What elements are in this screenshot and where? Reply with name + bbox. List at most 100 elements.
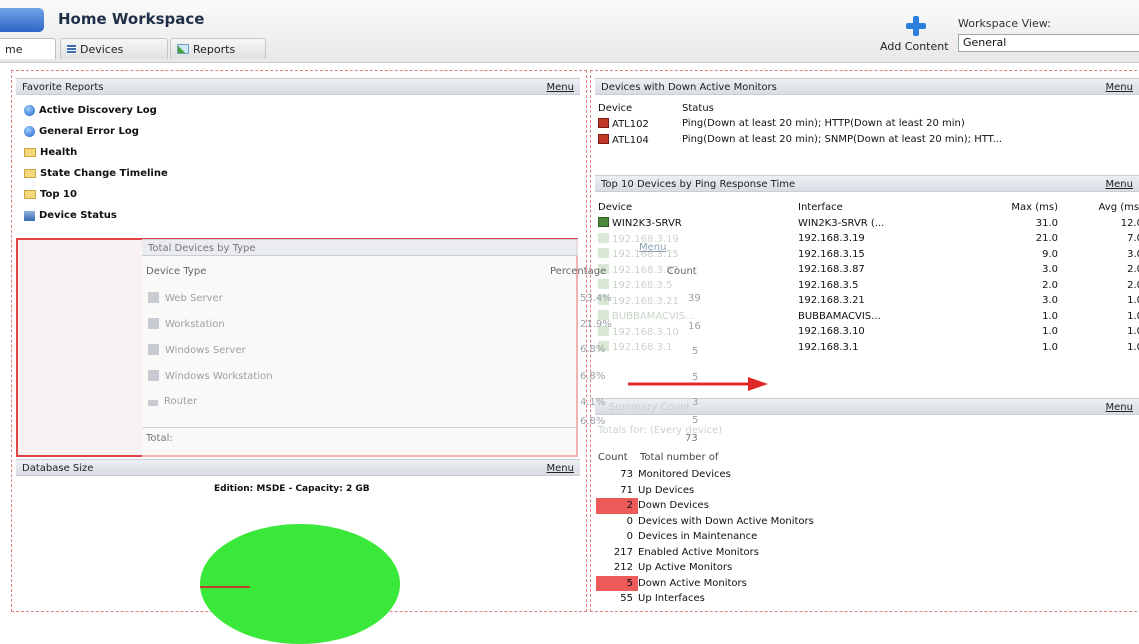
count-cell: 39 bbox=[688, 293, 701, 304]
summary-menu[interactable]: Menu bbox=[1106, 399, 1133, 416]
favorite-report-label: Active Discovery Log bbox=[39, 105, 157, 116]
table-row[interactable]: Router bbox=[148, 396, 197, 407]
count-cell: 5 bbox=[692, 346, 699, 357]
favorite-reports-menu[interactable]: Menu bbox=[547, 79, 574, 96]
tab-home[interactable]: me bbox=[0, 38, 56, 59]
interface-cell: 192.168.3.87 bbox=[798, 264, 865, 276]
list-item[interactable]: Top 10 bbox=[24, 184, 168, 205]
tab-reports[interactable]: Reports bbox=[170, 38, 266, 59]
down-monitors-col-device: Device bbox=[598, 103, 633, 114]
table-row[interactable]: Web Server bbox=[148, 292, 223, 304]
table-row[interactable]: 0 Devices in Maintenance bbox=[596, 529, 814, 545]
table-row[interactable]: Workstation bbox=[148, 318, 225, 330]
table-row[interactable]: Windows Server bbox=[148, 344, 246, 356]
folder-icon bbox=[24, 190, 36, 199]
device-type-label: Windows Workstation bbox=[165, 371, 273, 382]
table-row[interactable]: 217 Enabled Active Monitors bbox=[596, 545, 814, 561]
total-devices-panel[interactable]: Total Devices by Type Menu Device Type P… bbox=[142, 239, 701, 457]
add-content-button[interactable]: Add Content bbox=[880, 40, 949, 53]
list-item[interactable]: Active Discovery Log bbox=[24, 100, 168, 121]
top10-title: Top 10 Devices by Ping Response Time bbox=[601, 179, 796, 190]
table-row[interactable]: Windows Workstation bbox=[148, 370, 273, 382]
tab-devices-label: Devices bbox=[80, 42, 124, 56]
avg-cell: 7.0 bbox=[1127, 233, 1139, 245]
interface-cell: WIN2K3-SRVR (... bbox=[798, 217, 885, 229]
table-row[interactable]: ATL104 bbox=[598, 134, 649, 146]
total-divider bbox=[142, 427, 578, 428]
summary-label: Devices in Maintenance bbox=[638, 531, 758, 543]
table-row[interactable]: 2 Down Devices bbox=[596, 498, 814, 514]
table-row[interactable]: 212 Up Active Monitors bbox=[596, 560, 814, 576]
max-cell: 3.0 bbox=[1042, 295, 1058, 307]
top10-table: Device Interface Max (ms) Avg (ms) WIN2K… bbox=[598, 200, 1139, 355]
table-row[interactable]: 73 Monitored Devices bbox=[596, 467, 814, 483]
summary-count-alert: 5 bbox=[596, 575, 638, 591]
table-row[interactable]: 192.168.3.5 192.168.3.5 2.0 2.0 bbox=[598, 278, 1139, 294]
router-icon bbox=[148, 400, 158, 406]
device-cell: 192.168.3.87 bbox=[598, 262, 798, 278]
summary-table: 73 Monitored Devices 71 Up Devices 2 Down D… bbox=[596, 467, 814, 607]
tab-reports-label: Reports bbox=[193, 42, 236, 56]
table-row[interactable]: 71 Up Devices bbox=[596, 483, 814, 499]
summary-label: Monitored Devices bbox=[638, 469, 731, 481]
down-monitors-menu[interactable]: Menu bbox=[1106, 79, 1133, 96]
favorite-report-label: General Error Log bbox=[39, 126, 139, 137]
favorite-report-label: State Change Timeline bbox=[40, 168, 168, 179]
web-server-icon bbox=[148, 292, 159, 303]
list-item[interactable]: Device Status bbox=[24, 205, 168, 226]
summary-label: Enabled Active Monitors bbox=[638, 546, 759, 558]
favorite-reports-list: Active Discovery Log General Error Log H… bbox=[24, 100, 168, 226]
top10-menu[interactable]: Menu bbox=[1106, 176, 1133, 193]
max-cell: 21.0 bbox=[1035, 233, 1058, 245]
total-devices-title: Total Devices by Type bbox=[148, 243, 256, 254]
database-size-header: Database Size Menu bbox=[16, 459, 580, 476]
ghost-device-name: 192.168.3.1 bbox=[612, 342, 673, 354]
total-devices-header: Total Devices by Type bbox=[142, 239, 578, 256]
summary-totals-for: Totals for: (Every device) bbox=[598, 425, 723, 436]
device-type-label: Router bbox=[164, 396, 198, 407]
avg-cell: 3.0 bbox=[1127, 248, 1139, 260]
favorite-reports-header: Favorite Reports Menu bbox=[16, 78, 580, 95]
summary-title: Summary Count bbox=[609, 402, 691, 413]
list-item[interactable]: Health bbox=[24, 142, 168, 163]
total-devices-menu[interactable]: Menu bbox=[639, 242, 666, 253]
windows-workstation-icon bbox=[148, 370, 159, 381]
device-cell: WIN2K3-SRVR bbox=[598, 216, 798, 232]
summary-count: 212 bbox=[613, 562, 633, 574]
summary-label: Up Devices bbox=[638, 484, 695, 496]
table-row[interactable]: 0 Devices with Down Active Monitors bbox=[596, 514, 814, 530]
add-content-icon[interactable] bbox=[906, 16, 926, 36]
table-row[interactable]: WIN2K3-SRVR WIN2K3-SRVR (... 31.0 12.0 bbox=[598, 216, 1139, 232]
device-status: Ping(Down at least 20 min); HTTP(Down at… bbox=[682, 118, 965, 129]
table-header-row: Device Interface Max (ms) Avg (ms) bbox=[598, 200, 1139, 216]
summary-count-alert: 2 bbox=[596, 498, 638, 514]
interface-cell: 192.168.3.15 bbox=[798, 248, 865, 260]
device-icon bbox=[598, 248, 609, 259]
table-row[interactable]: 192.168.3.21 192.168.3.21 3.0 1.0 bbox=[598, 293, 1139, 309]
device-cell: 192.168.3.19 bbox=[598, 231, 798, 247]
interface-cell: 192.168.3.1 bbox=[798, 341, 859, 353]
table-row[interactable]: 192.168.3.15192.168.3.15 9.0 3.0 bbox=[598, 247, 1139, 263]
summary-count: 0 bbox=[626, 515, 633, 527]
tab-devices[interactable]: Devices bbox=[60, 38, 168, 59]
list-item[interactable]: General Error Log bbox=[24, 121, 168, 142]
favorite-reports-title: Favorite Reports bbox=[22, 82, 104, 93]
table-row[interactable]: 192.168.3.19192.168.3.19 21.0 7.0 bbox=[598, 231, 1139, 247]
avg-cell: 1.0 bbox=[1127, 295, 1139, 307]
table-row[interactable]: 192.168.3.1 192.168.3.1 1.0 1.0 bbox=[598, 340, 1139, 356]
device-name: WIN2K3-SRVR bbox=[612, 218, 682, 230]
pie-slice-used bbox=[200, 586, 250, 588]
list-item[interactable]: State Change Timeline bbox=[24, 163, 168, 184]
database-size-menu[interactable]: Menu bbox=[547, 460, 574, 477]
ghost-device-name: 192.168.3.21 bbox=[612, 295, 679, 307]
table-row[interactable]: 5 Down Active Monitors bbox=[596, 575, 814, 591]
table-row[interactable]: BUBBAMACVIS... BUBBAMACVIS... 1.0 1.0 bbox=[598, 309, 1139, 325]
interface-cell: 192.168.3.5 bbox=[798, 279, 859, 291]
workspace-view-select[interactable]: General bbox=[958, 34, 1139, 52]
summary-col-count: Count bbox=[598, 452, 628, 463]
summary-header: Summary Count Menu bbox=[595, 398, 1139, 415]
database-size-title: Database Size bbox=[22, 463, 94, 474]
page-title: Home Workspace bbox=[58, 10, 205, 28]
table-row[interactable]: ATL102 bbox=[598, 118, 649, 130]
table-row[interactable]: 192.168.3.10 192.168.3.10 1.0 1.0 bbox=[598, 324, 1139, 340]
